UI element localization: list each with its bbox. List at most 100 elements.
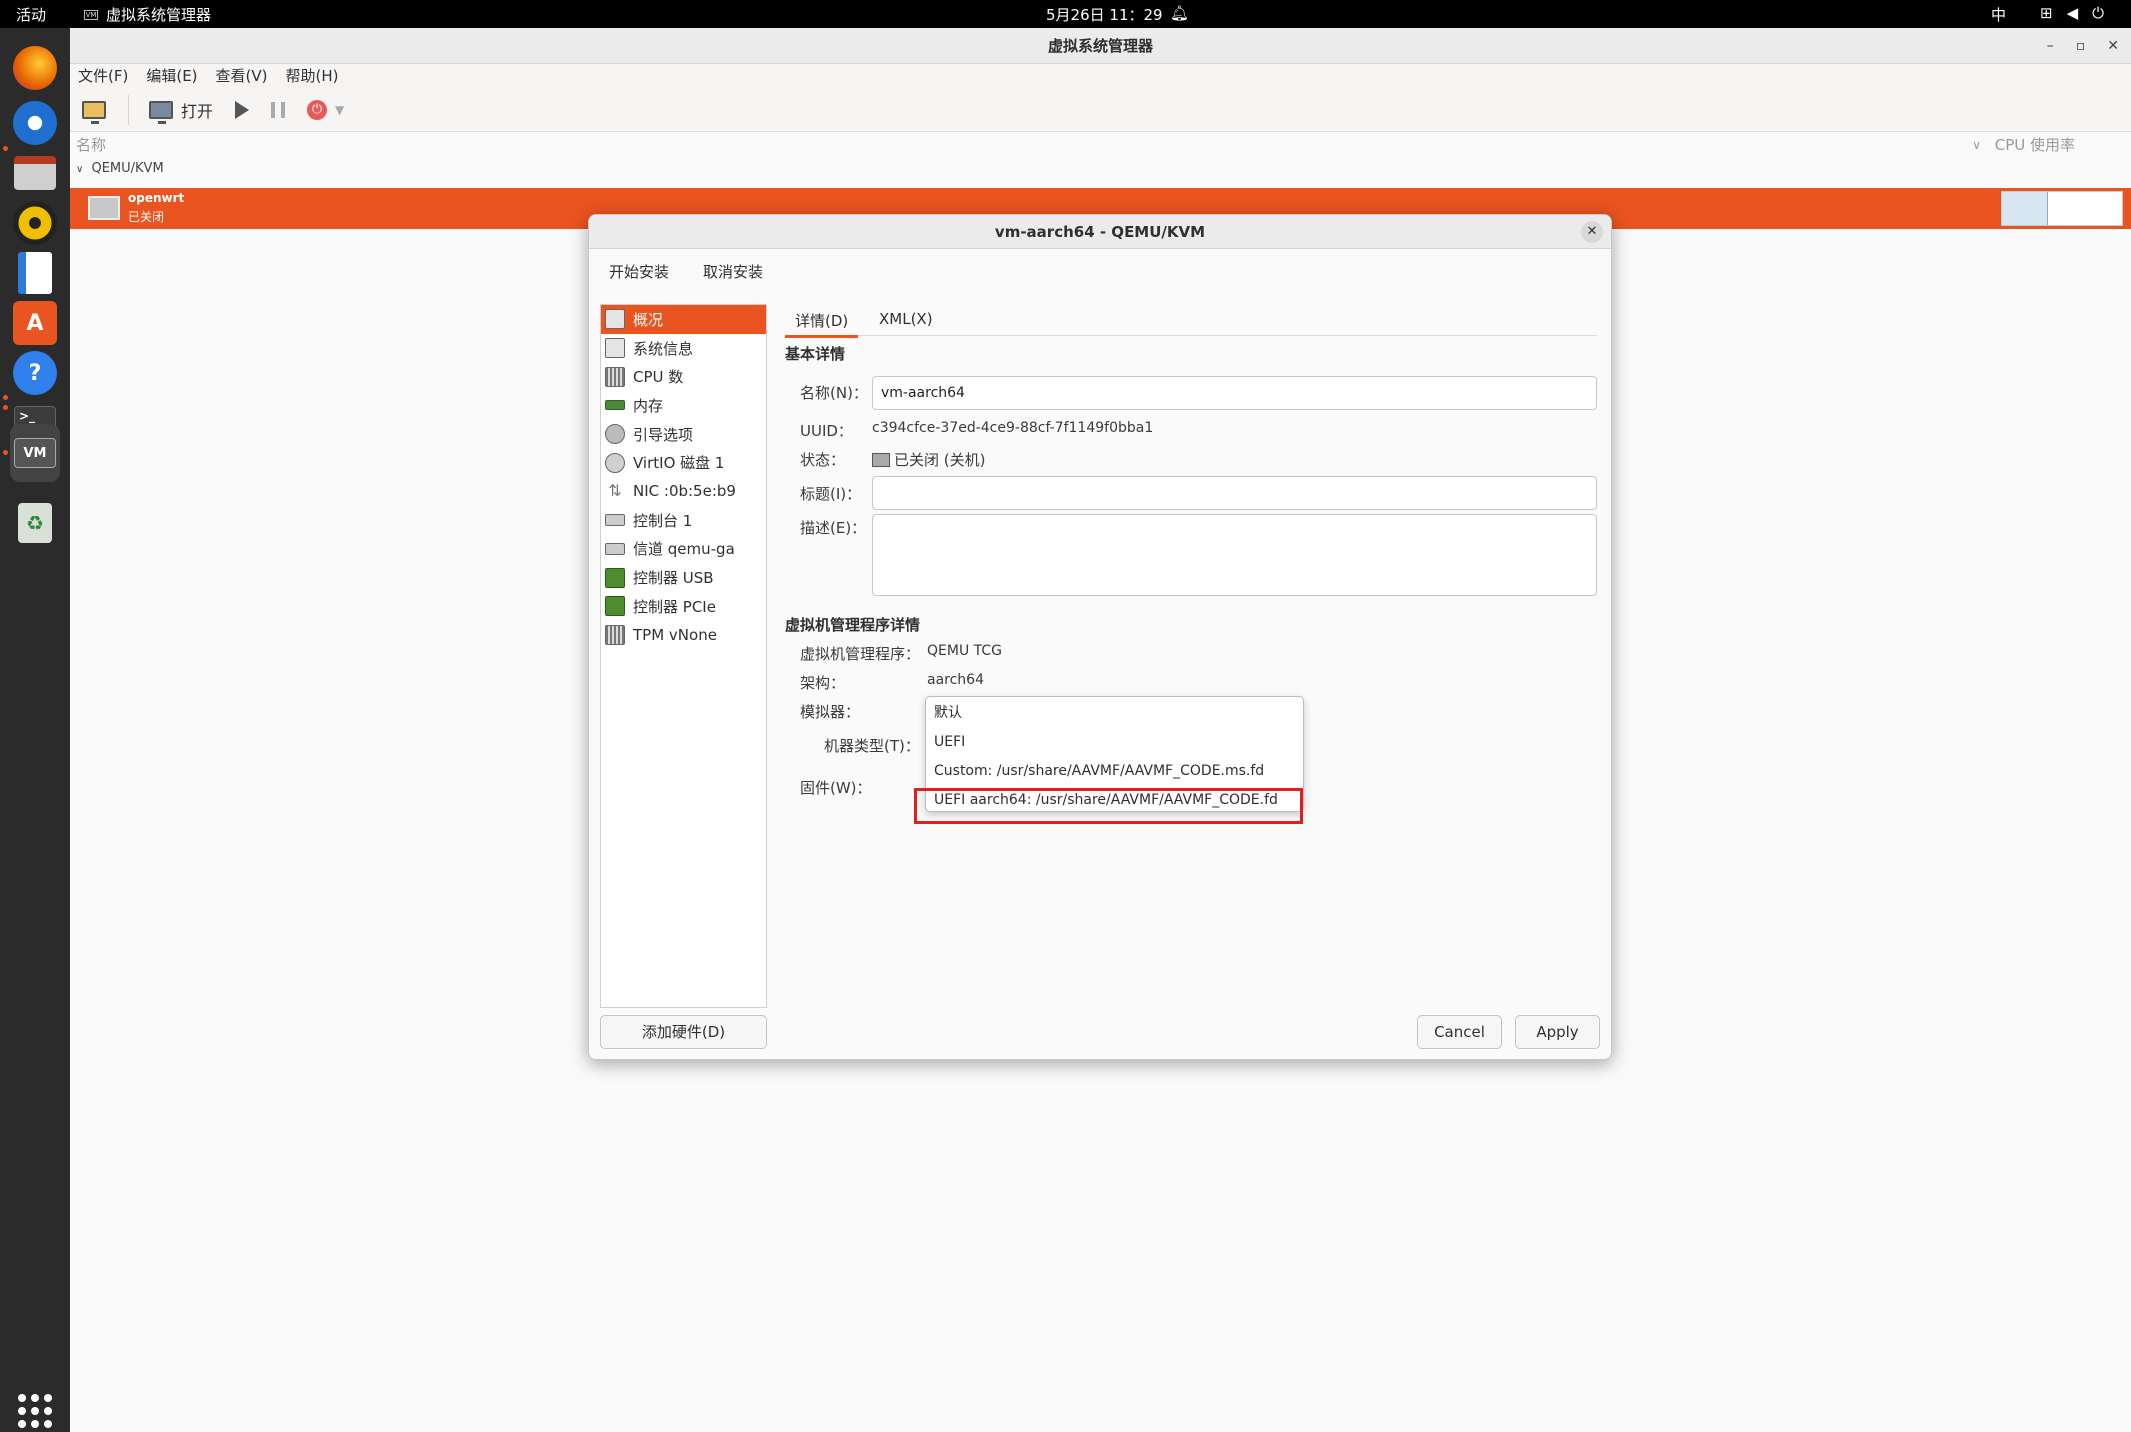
description-label: 描述(E)：: [800, 519, 867, 537]
firmware-label: 固件(W)：: [800, 779, 872, 797]
minimize-icon[interactable]: –: [2047, 28, 2054, 64]
arch-label: 架构：: [800, 674, 846, 692]
firmware-option-custom[interactable]: Custom: /usr/share/AAVMF/AAVMF_CODE.ms.f…: [926, 757, 1303, 786]
new-vm-button[interactable]: [82, 100, 106, 124]
shutdown-button[interactable]: ⏻: [307, 99, 328, 120]
basic-details-heading: 基本详情: [785, 345, 846, 363]
hardware-item-label: VirtIO 磁盘 1: [633, 454, 725, 473]
hypervisor-value: QEMU TCG: [927, 643, 1002, 659]
document-icon: [18, 252, 52, 294]
firmware-option-uefi[interactable]: UEFI: [926, 728, 1303, 757]
pause-button[interactable]: [271, 101, 286, 118]
monitor-icon: [149, 100, 173, 124]
volume-icon: ◀︎: [2066, 4, 2079, 22]
gear-icon: [605, 424, 625, 445]
hardware-item-tpm[interactable]: TPM vNone: [601, 621, 766, 650]
trash-icon: ♻: [18, 503, 52, 543]
cpu-usage-column-header[interactable]: CPU 使用率: [1995, 132, 2075, 158]
virt-manager-launcher[interactable]: VM: [10, 424, 60, 482]
disk-icon: [605, 452, 625, 473]
hardware-item-pcie-controller[interactable]: 控制器 PCIe: [601, 592, 766, 621]
hardware-item-usb-controller[interactable]: 控制器 USB: [601, 563, 766, 592]
activities-button[interactable]: 活动: [16, 4, 46, 25]
hardware-item-label: CPU 数: [633, 368, 684, 387]
play-icon: [235, 100, 250, 119]
menu-help[interactable]: 帮助(H): [286, 64, 339, 88]
notification-bell-icon: 🔔︎: [1170, 4, 1190, 22]
connection-group[interactable]: ∨ QEMU/KVM: [70, 158, 2131, 180]
description-field[interactable]: [872, 514, 1597, 596]
system-tray[interactable]: ⊞ ◀︎ ⏻: [2040, 4, 2104, 22]
hardware-item-sysinfo[interactable]: 系统信息: [601, 334, 766, 363]
trash-launcher[interactable]: ♻: [10, 498, 60, 548]
menu-file[interactable]: 文件(F): [78, 64, 128, 88]
files-launcher[interactable]: [10, 148, 60, 198]
hardware-item-label: 内存: [633, 396, 664, 415]
input-method-indicator[interactable]: 中: [1991, 4, 2006, 25]
maximize-icon[interactable]: ▫: [2076, 28, 2086, 64]
hardware-item-console[interactable]: 控制台 1: [601, 506, 766, 535]
hardware-item-channel[interactable]: 信道 qemu-ga: [601, 535, 766, 564]
chevron-down-icon: ∨: [76, 164, 84, 175]
tab-xml[interactable]: XML(X): [879, 310, 933, 328]
thunderbird-launcher[interactable]: [10, 98, 60, 148]
hardware-item-disk[interactable]: VirtIO 磁盘 1: [601, 448, 766, 477]
name-label: 名称(N)：: [800, 384, 868, 402]
hardware-item-label: NIC :0b:5e:b9: [633, 482, 736, 501]
network-icon: ⊞: [2040, 4, 2053, 22]
arch-value: aarch64: [927, 672, 984, 688]
chevron-down-icon: ▼: [335, 102, 345, 117]
hardware-item-memory[interactable]: 内存: [601, 391, 766, 420]
uuid-value: c394cfce-37ed-4ce9-88cf-7f1149f0bba1: [872, 420, 1154, 436]
show-apps-button[interactable]: [18, 1394, 52, 1428]
top-panel: 活动 VM 虚拟系统管理器 5月26日 11：29 🔔︎ 中 ⊞ ◀︎ ⏻: [0, 0, 2131, 28]
power-icon: ⏻: [307, 99, 328, 120]
hardware-item-boot[interactable]: 引导选项: [601, 420, 766, 449]
hardware-item-label: 信道 qemu-ga: [633, 540, 735, 559]
firefox-launcher[interactable]: [10, 43, 60, 93]
app-menu[interactable]: VM 虚拟系统管理器: [84, 4, 211, 25]
controller-icon: [605, 567, 625, 588]
writer-launcher[interactable]: [10, 248, 60, 298]
menu-view[interactable]: 查看(V): [216, 64, 268, 88]
clock[interactable]: 5月26日 11：29: [1046, 4, 1163, 25]
name-field[interactable]: [872, 376, 1597, 410]
hardware-item-label: 控制台 1: [633, 511, 693, 530]
window-titlebar: 虚拟系统管理器 – ▫ ✕: [70, 28, 2131, 64]
hardware-item-label: TPM vNone: [633, 625, 717, 644]
monitor-icon: [605, 309, 625, 330]
close-icon[interactable]: ✕: [2107, 28, 2119, 64]
help-launcher[interactable]: ?: [10, 348, 60, 398]
new-vm-icon: [82, 100, 106, 124]
tab-details[interactable]: 详情(D): [785, 310, 859, 338]
open-button[interactable]: 打开: [149, 98, 213, 124]
channel-icon: [605, 542, 625, 555]
hypervisor-details-heading: 虚拟机管理程序详情: [785, 616, 921, 634]
network-icon: ⇅: [608, 481, 622, 501]
add-hardware-button[interactable]: 添加硬件(D): [600, 1015, 767, 1049]
hardware-item-overview[interactable]: 概况: [601, 305, 766, 334]
menu-edit[interactable]: 编辑(E): [146, 64, 197, 88]
emulator-label: 模拟器：: [800, 703, 861, 721]
state-text: 已关闭 (关机): [894, 451, 986, 469]
cancel-install-button[interactable]: 取消安装: [703, 261, 763, 282]
hardware-item-label: 系统信息: [633, 339, 694, 358]
hardware-item-cpu[interactable]: CPU 数: [601, 362, 766, 391]
apply-button[interactable]: Apply: [1515, 1015, 1600, 1049]
begin-install-button[interactable]: 开始安装: [609, 261, 669, 282]
cancel-button[interactable]: Cancel: [1417, 1015, 1502, 1049]
hardware-item-label: 概况: [633, 310, 664, 329]
hardware-item-nic[interactable]: ⇅ NIC :0b:5e:b9: [601, 477, 766, 506]
connection-name: QEMU/KVM: [91, 161, 164, 176]
run-button[interactable]: [235, 100, 250, 119]
name-column-header[interactable]: 名称: [76, 132, 106, 158]
rhythmbox-launcher[interactable]: [10, 198, 60, 248]
title-field[interactable]: [872, 476, 1597, 510]
vm-monitor-icon: [88, 196, 120, 220]
software-launcher[interactable]: A: [10, 298, 60, 348]
chevron-down-icon[interactable]: ∨: [1972, 132, 1981, 158]
shutdown-menu-button[interactable]: ▼: [335, 103, 344, 117]
virt-manager-app-icon: VM: [84, 9, 98, 20]
close-icon[interactable]: ✕: [1581, 221, 1603, 243]
firmware-option-default[interactable]: 默认: [926, 699, 1303, 728]
